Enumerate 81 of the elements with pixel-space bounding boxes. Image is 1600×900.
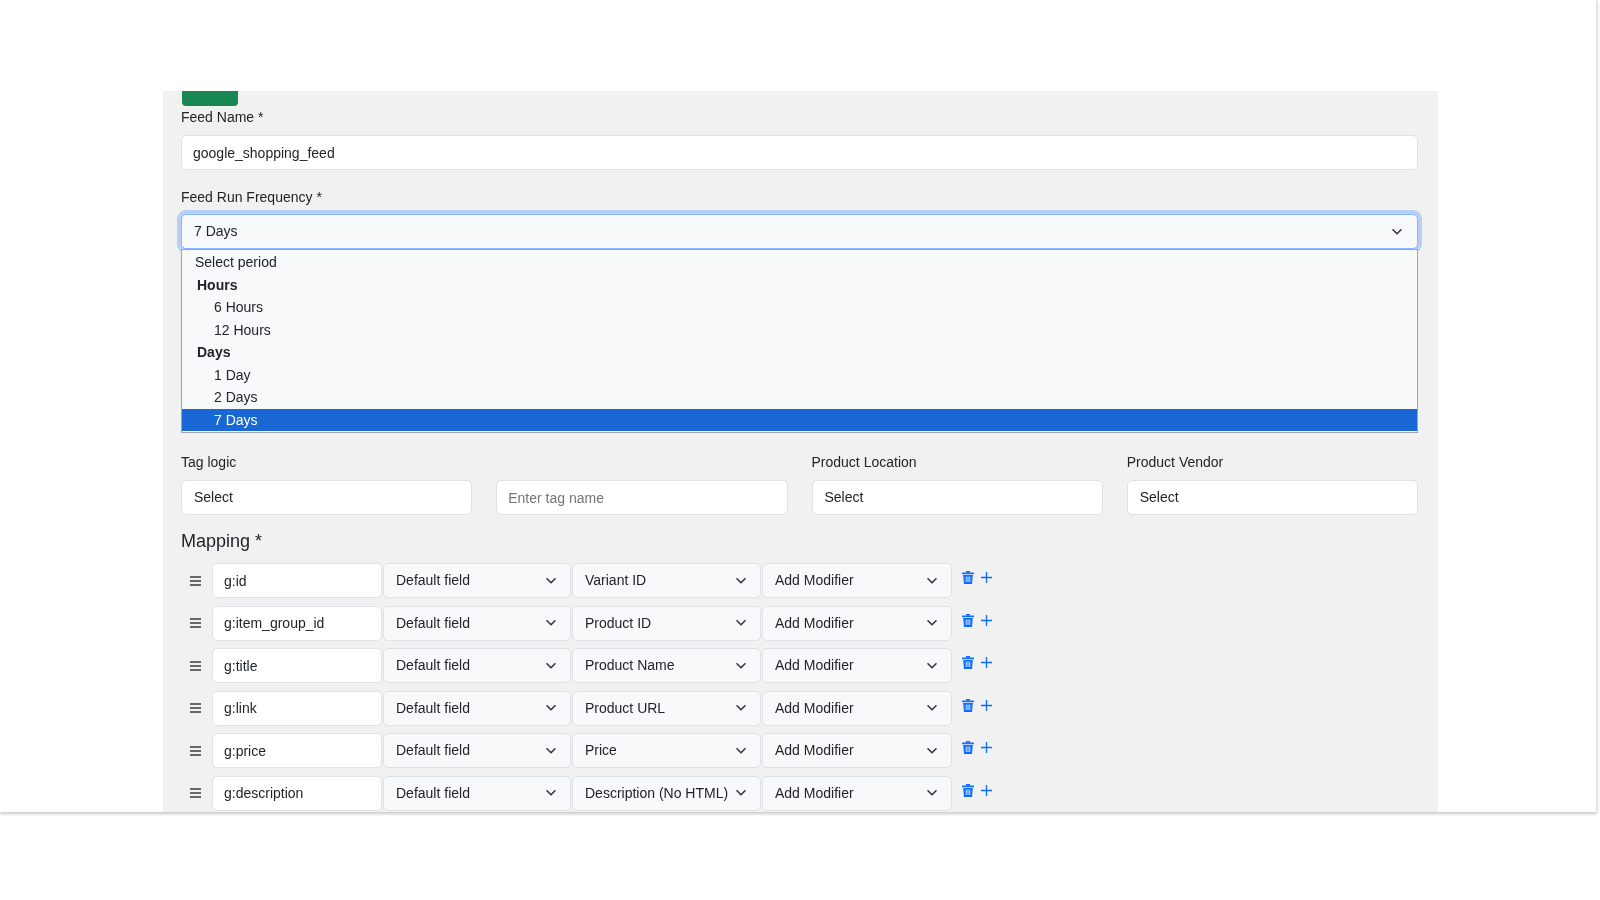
chevron-down-icon xyxy=(736,747,746,754)
option-group-label: Hours xyxy=(196,275,239,295)
plus-icon[interactable] xyxy=(981,572,992,583)
plus-icon[interactable] xyxy=(981,614,992,626)
chevron-down-icon xyxy=(736,577,746,584)
dropdown-option[interactable]: 6 Hours xyxy=(182,296,1417,319)
drag-handle-icon[interactable] xyxy=(190,618,201,628)
dropdown-option[interactable]: 7 Days xyxy=(182,408,1417,431)
trash-icon[interactable] xyxy=(962,613,974,627)
chevron-down-icon xyxy=(546,620,556,626)
plus-icon[interactable] xyxy=(981,784,992,796)
dropdown-select[interactable]: Default field xyxy=(383,563,571,598)
chevron-down-icon xyxy=(927,620,937,626)
text-input[interactable]: g:item_group_id xyxy=(212,605,382,641)
field-label: Product Vendor xyxy=(1126,453,1224,472)
dropdown-select[interactable]: Default field xyxy=(383,690,571,726)
dropdown-select[interactable]: Default field xyxy=(383,648,571,683)
chevron-down-icon xyxy=(546,790,556,796)
section-heading: Mapping * xyxy=(181,530,264,553)
chevron-down-icon xyxy=(736,662,746,669)
dropdown-select[interactable]: Price xyxy=(572,733,761,768)
drag-handle-icon[interactable] xyxy=(190,788,201,798)
dropdown-select[interactable]: Default field xyxy=(383,775,571,811)
chevron-down-icon xyxy=(546,747,556,754)
text-input[interactable]: g:link xyxy=(212,690,382,726)
chevron-down-icon xyxy=(927,577,937,584)
chevron-down-icon xyxy=(927,705,937,711)
plus-icon[interactable] xyxy=(981,699,992,711)
trash-icon[interactable] xyxy=(962,783,974,797)
option-group-label: Days xyxy=(196,343,232,362)
drag-handle-icon[interactable] xyxy=(190,660,201,671)
text-input[interactable]: google_shopping_feed xyxy=(181,135,1418,170)
chevron-down-icon xyxy=(546,705,556,711)
dropdown-select[interactable]: Add Modifier xyxy=(762,605,952,641)
dropdown-select[interactable]: Default field xyxy=(383,605,571,641)
dropdown-option[interactable]: Select period xyxy=(182,251,1417,274)
dropdown-option[interactable]: 1 Day xyxy=(182,363,1417,386)
trash-icon[interactable] xyxy=(962,656,974,669)
chevron-down-icon xyxy=(546,577,556,584)
select-field[interactable]: Select xyxy=(811,480,1103,515)
select-field[interactable]: Select xyxy=(1126,480,1418,515)
trash-icon[interactable] xyxy=(962,571,974,584)
text-input[interactable]: g:price xyxy=(212,733,382,768)
field-label: Product Location xyxy=(811,453,917,472)
dropdown-select[interactable]: Product Name xyxy=(572,648,761,683)
trash-icon[interactable] xyxy=(962,698,974,712)
text-input[interactable]: g:description xyxy=(212,775,382,811)
drag-handle-icon[interactable] xyxy=(190,745,201,756)
dropdown-select[interactable]: Variant ID xyxy=(572,563,761,598)
plus-icon[interactable] xyxy=(981,742,992,753)
dropdown-select[interactable]: Add Modifier xyxy=(762,690,952,726)
plus-icon[interactable] xyxy=(981,657,992,668)
dropdown-select[interactable]: Add Modifier xyxy=(762,733,952,768)
text-input[interactable]: Enter tag name xyxy=(496,480,788,515)
field-label: Feed Name * xyxy=(181,108,265,127)
chevron-down-icon xyxy=(927,662,937,669)
drag-handle-icon[interactable] xyxy=(190,703,201,713)
dropdown-option[interactable]: 12 Hours xyxy=(182,318,1417,341)
chevron-down-icon xyxy=(927,790,937,796)
chevron-down-icon xyxy=(736,790,747,796)
chevron-down-icon xyxy=(736,620,746,626)
text-input[interactable]: g:title xyxy=(212,648,382,683)
dropdown-select[interactable]: 7 Days xyxy=(181,214,1418,249)
chevron-down-icon xyxy=(736,705,746,711)
field-label: Feed Run Frequency * xyxy=(181,188,323,207)
text-input[interactable]: g:id xyxy=(212,563,382,598)
dropdown-select[interactable]: Add Modifier xyxy=(762,775,952,811)
dropdown-select[interactable]: Product ID xyxy=(572,605,761,641)
dropdown-select[interactable]: Description (No HTML) xyxy=(572,775,761,811)
chevron-down-icon xyxy=(546,662,556,669)
field-label: Tag logic xyxy=(181,453,237,472)
select-field[interactable]: Select xyxy=(181,480,473,515)
dropdown-select[interactable]: Product URL xyxy=(572,690,761,726)
dropdown-option[interactable]: 2 Days xyxy=(182,386,1417,409)
dropdown-select[interactable]: Add Modifier xyxy=(762,563,952,598)
dropdown-select[interactable]: Default field xyxy=(383,733,571,768)
dropdown-select[interactable]: Add Modifier xyxy=(762,648,952,683)
chevron-down-icon xyxy=(1392,228,1402,235)
trash-icon[interactable] xyxy=(962,741,974,754)
drag-handle-icon[interactable] xyxy=(190,575,201,586)
chevron-down-icon xyxy=(927,747,937,754)
